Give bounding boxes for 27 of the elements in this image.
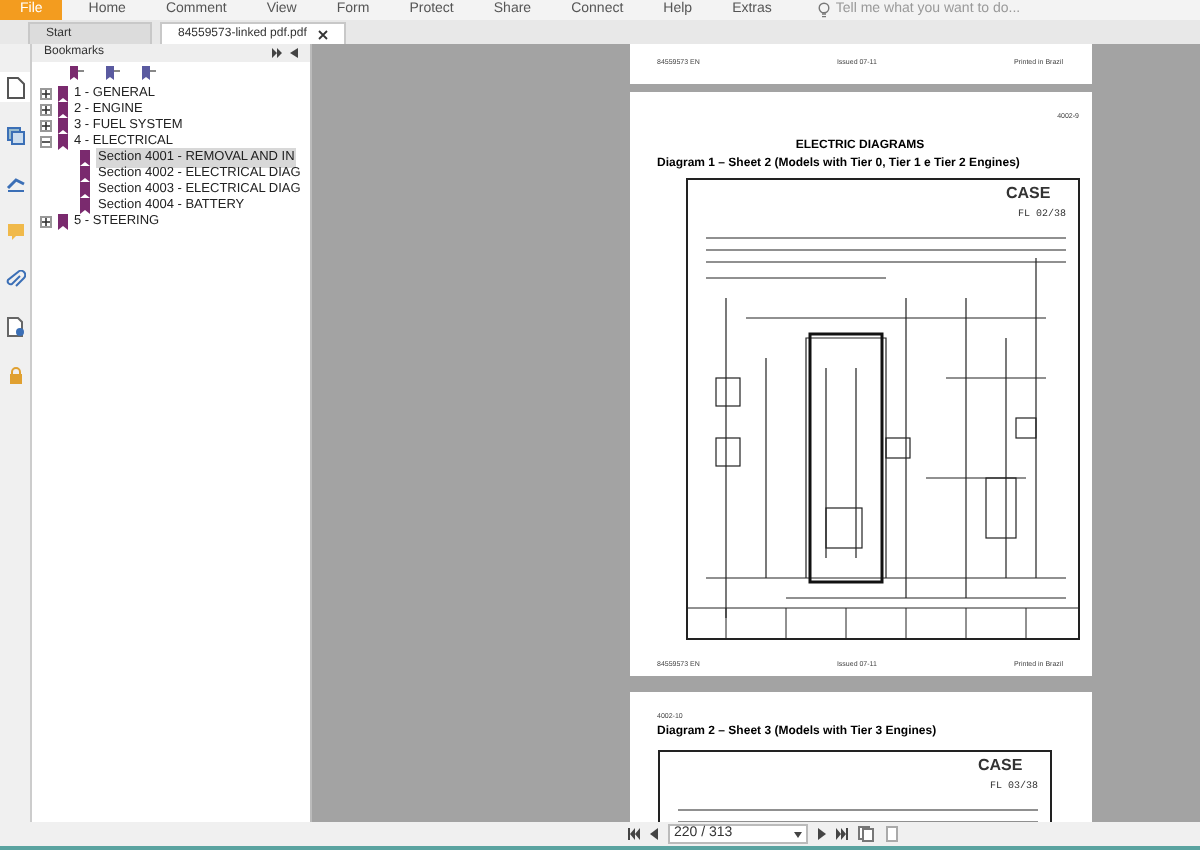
- bookmark-tool-icon[interactable]: [140, 66, 156, 82]
- hide-panel-icon[interactable]: [290, 48, 298, 58]
- brand-logo: CASE: [1005, 184, 1050, 203]
- next-page-icon[interactable]: [818, 828, 826, 840]
- close-icon[interactable]: [318, 29, 329, 39]
- expand-toggle[interactable]: [40, 88, 52, 100]
- bookmark-tool-icon[interactable]: [68, 66, 84, 82]
- bookmark-tool-icon[interactable]: [104, 66, 120, 82]
- side-panel-button[interactable]: [0, 72, 30, 102]
- paperclip-icon: [5, 269, 25, 289]
- dropdown-caret-icon[interactable]: [794, 831, 802, 837]
- first-page-icon[interactable]: [628, 828, 640, 840]
- expand-toggle[interactable]: [40, 136, 52, 148]
- comment-icon: [5, 221, 25, 241]
- expand-toggle[interactable]: [40, 216, 52, 228]
- signature-icon: [5, 173, 25, 193]
- previous-page-icon[interactable]: [650, 828, 658, 840]
- lock-icon: [5, 365, 25, 385]
- expand-toggle[interactable]: [40, 104, 52, 116]
- lightbulb-icon: [817, 2, 830, 18]
- page-icon: [5, 75, 25, 99]
- collapse-panel-icon[interactable]: [272, 48, 282, 58]
- expand-toggle[interactable]: [40, 120, 52, 132]
- brand-logo: CASE: [977, 756, 1022, 775]
- document-properties-icon: [5, 316, 25, 338]
- layers-icon: [5, 125, 25, 145]
- last-page-icon[interactable]: [836, 828, 848, 840]
